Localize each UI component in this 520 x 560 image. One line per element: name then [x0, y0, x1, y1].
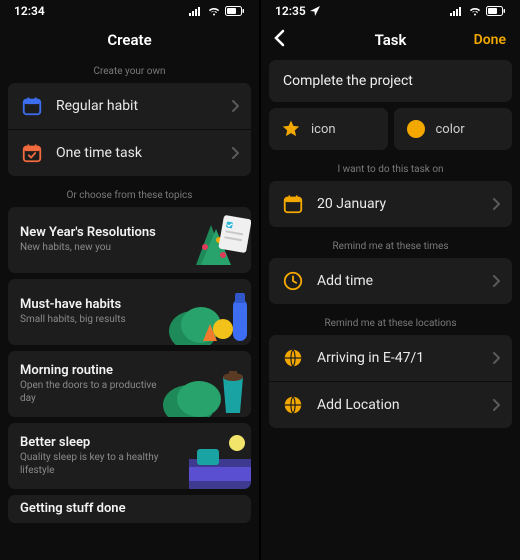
section-caption-location: Remind me at these locations [261, 310, 520, 335]
add-location-label: Add Location [317, 397, 492, 413]
status-bar: 12:34 [0, 0, 259, 22]
topic-card-sleep[interactable]: Better sleep Quality sleep is key to a h… [8, 423, 251, 489]
create-screen: 12:34 Create Create your own Regular hab… [0, 0, 259, 560]
topic-subtitle: Small habits, big results [20, 314, 160, 327]
section-caption-date: I want to do this task on [261, 156, 520, 181]
icon-picker-label: icon [311, 122, 336, 137]
star-icon [281, 119, 301, 139]
chevron-right-icon [492, 352, 500, 364]
one-time-task-row[interactable]: One time task [8, 129, 251, 176]
location-arrow-icon [310, 6, 320, 16]
topic-title: Getting stuff done [20, 501, 239, 516]
add-time-row[interactable]: Add time [269, 258, 512, 304]
color-picker[interactable]: color [394, 108, 513, 150]
clock-icon [281, 269, 305, 293]
calendar-check-icon [20, 141, 44, 165]
add-location-row[interactable]: Add Location [269, 381, 512, 428]
section-caption-time: Remind me at these times [261, 233, 520, 258]
topic-card-gtd[interactable]: Getting stuff done [8, 495, 251, 523]
topic-subtitle: New habits, new you [20, 242, 160, 255]
section-caption-own: Create your own [0, 58, 259, 83]
topic-card-must-have[interactable]: Must-have habits Small habits, big resul… [8, 279, 251, 345]
icon-color-row: icon color [269, 108, 512, 150]
chevron-right-icon [492, 198, 500, 210]
status-time: 12:34 [14, 4, 45, 18]
page-title: Task [375, 31, 407, 49]
add-time-label: Add time [317, 273, 492, 289]
wifi-icon [207, 6, 221, 16]
wifi-icon [468, 6, 482, 16]
chevron-left-icon [273, 29, 285, 47]
status-time: 12:35 [275, 4, 306, 18]
topic-art-resolutions [141, 207, 251, 273]
status-indicators [189, 6, 245, 16]
content: Complete the project icon color I want t… [261, 58, 520, 560]
task-screen: 12:35 Task Done Complete the project ico… [261, 0, 520, 560]
signal-icon [189, 6, 203, 16]
battery-icon [486, 6, 506, 16]
date-row[interactable]: 20 January [269, 181, 512, 227]
task-name-value: Complete the project [283, 73, 498, 89]
color-swatch-icon [406, 119, 426, 139]
section-caption-topics: Or choose from these topics [0, 182, 259, 207]
calendar-icon [281, 192, 305, 216]
back-button[interactable] [273, 29, 285, 51]
color-picker-label: color [436, 122, 465, 137]
topic-art-must-have [141, 279, 251, 345]
navbar: Task Done [261, 22, 520, 58]
chevron-right-icon [492, 399, 500, 411]
topic-art-morning [141, 351, 251, 417]
topic-subtitle: Open the doors to a productive day [20, 380, 160, 405]
status-indicators [450, 6, 506, 16]
calendar-icon [20, 94, 44, 118]
page-title: Create [107, 31, 151, 49]
topic-art-sleep [141, 423, 251, 489]
regular-habit-label: Regular habit [56, 98, 231, 114]
icon-picker[interactable]: icon [269, 108, 388, 150]
done-button[interactable]: Done [474, 32, 506, 48]
globe-icon [281, 393, 305, 417]
topic-subtitle: Quality sleep is key to a healthy lifest… [20, 452, 160, 477]
chevron-right-icon [231, 100, 239, 112]
content: Create your own Regular habit One time t… [0, 58, 259, 560]
location-row-1[interactable]: Arriving in E-47/1 [269, 335, 512, 381]
habit-type-group: Regular habit One time task [8, 83, 251, 176]
chevron-right-icon [492, 275, 500, 287]
date-label: 20 January [317, 196, 492, 212]
location-1-label: Arriving in E-47/1 [317, 350, 492, 366]
one-time-task-label: One time task [56, 145, 231, 161]
battery-icon [225, 6, 245, 16]
task-name-input[interactable]: Complete the project [269, 60, 512, 102]
navbar: Create [0, 22, 259, 58]
signal-icon [450, 6, 464, 16]
topic-card-resolutions[interactable]: New Year's Resolutions New habits, new y… [8, 207, 251, 273]
globe-icon [281, 346, 305, 370]
status-bar: 12:35 [261, 0, 520, 22]
topic-card-morning[interactable]: Morning routine Open the doors to a prod… [8, 351, 251, 417]
regular-habit-row[interactable]: Regular habit [8, 83, 251, 129]
chevron-right-icon [231, 147, 239, 159]
